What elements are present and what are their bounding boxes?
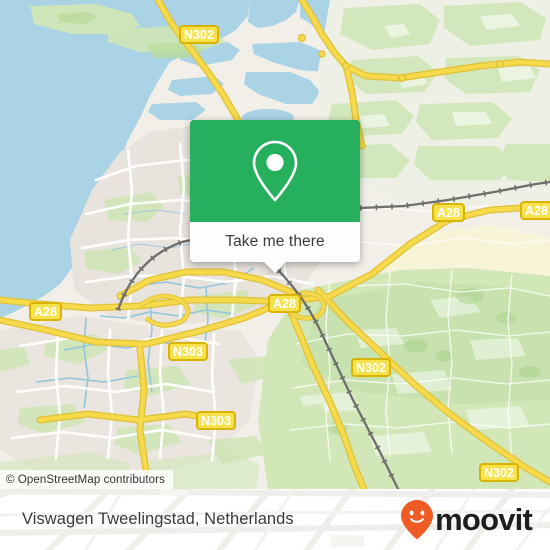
moovit-logo[interactable]: moovit [400,499,533,541]
moovit-place-card: N302 A28 A28 A28 A28 N303 N303 N302 N302… [0,0,550,550]
shield-label-a28-edge: A28 [525,204,548,218]
shield-label-n302-mid: N302 [356,361,386,375]
popup-header [190,120,360,222]
moovit-wordmark: moovit [435,502,533,537]
osm-attribution-text: © OpenStreetMap contributors [6,473,165,486]
map-pin-icon [252,140,298,202]
shield-label-n303-lower: N303 [201,414,231,428]
road-shield: A28 [268,294,301,313]
place-popup[interactable]: Take me there [190,120,360,273]
road-shield: N302 [351,358,391,377]
shield-label-n302-bottom: N302 [484,466,514,480]
shield-label-a28-right: A28 [437,206,460,220]
footer-bar: Viswagen Tweelingstad, Netherlands moovi… [0,489,550,550]
road-shield: A28 [29,302,62,321]
shield-label-a28-left: A28 [34,305,57,319]
popup-action[interactable]: Take me there [190,222,360,273]
place-title: Viswagen Tweelingstad, Netherlands [22,510,294,528]
osm-attribution[interactable]: © OpenStreetMap contributors [0,470,173,489]
shield-label-n303-upper: N303 [173,345,203,359]
road-shield: N302 [179,25,219,44]
road-shield: A28 [520,201,550,220]
road-shield: N303 [168,342,208,361]
popup-tail [264,262,286,273]
moovit-smiley-pin-icon [401,499,434,539]
road-shield: N303 [196,411,236,430]
road-shield: A28 [432,203,465,222]
shield-label-n302-top: N302 [184,28,214,42]
take-me-there-label: Take me there [225,233,325,250]
road-shield: N302 [479,463,519,482]
shield-label-a28-center: A28 [273,297,296,311]
